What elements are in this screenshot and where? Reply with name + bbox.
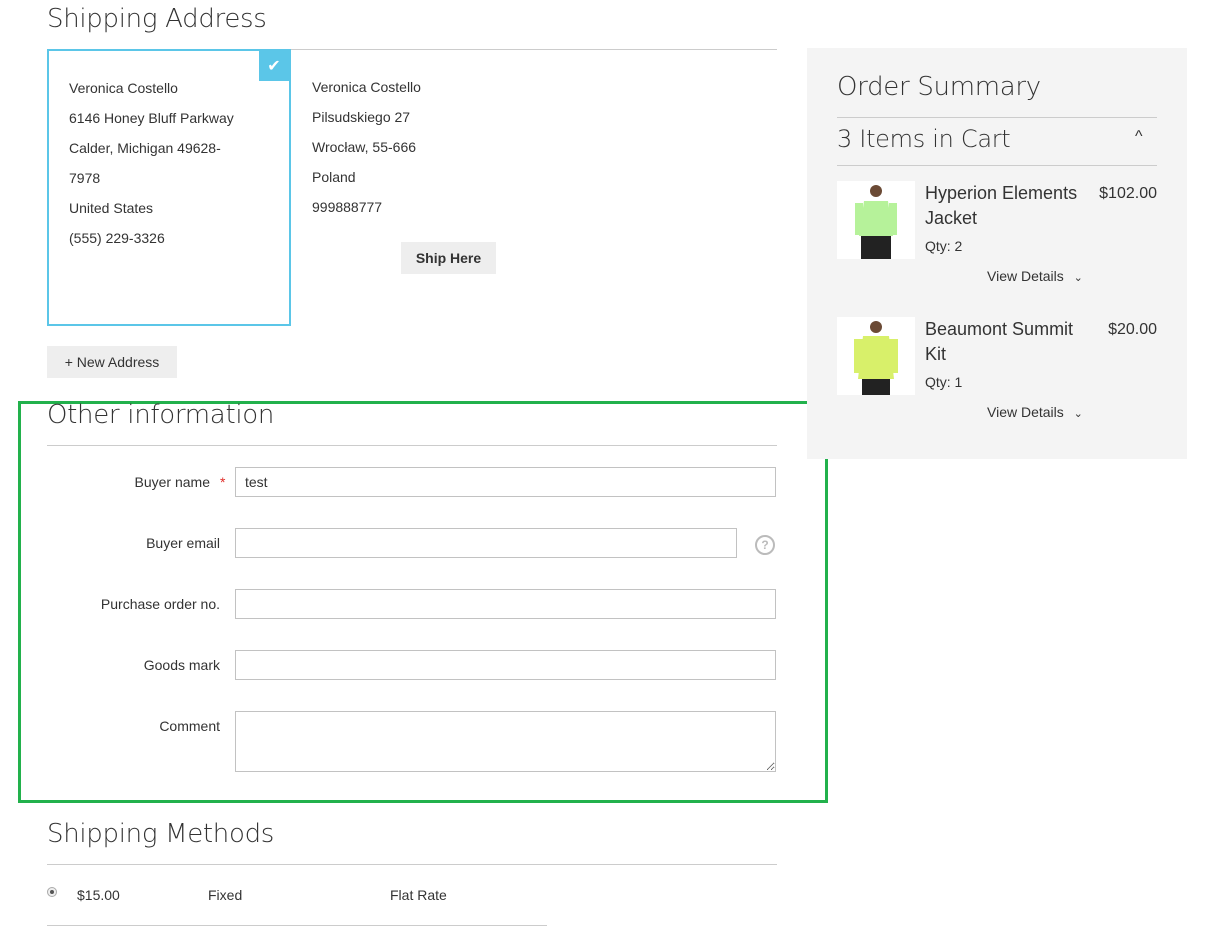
- order-summary-title: Order Summary: [837, 72, 1041, 102]
- method-price: $15.00: [77, 887, 120, 903]
- address-line: Pilsudskiego 27: [312, 109, 411, 125]
- comment-textarea[interactable]: [235, 711, 776, 772]
- product-price: $102.00: [1099, 185, 1157, 202]
- buyer-name-input[interactable]: [235, 467, 776, 497]
- product-name: Hyperion Elements Jacket: [925, 183, 1078, 228]
- product-image: [837, 317, 915, 395]
- selected-address-card[interactable]: ✔ Veronica Costello 6146 Honey Bluff Par…: [47, 49, 291, 326]
- ship-here-button[interactable]: Ship Here: [401, 242, 496, 274]
- address-line: 999888777: [312, 199, 383, 215]
- product-name: Beaumont Summit Kit: [925, 319, 1074, 364]
- items-in-cart-toggle[interactable]: 3 Items in Cart: [837, 125, 1011, 153]
- shipping-address-title: Shipping Address: [47, 4, 267, 34]
- method-name: Fixed: [208, 887, 243, 903]
- buyer-email-label: Buyer email: [146, 535, 220, 551]
- divider: [837, 117, 1157, 118]
- address-line: (555) 229-3326: [69, 230, 165, 246]
- divider: [837, 165, 1157, 166]
- address-line: Veronica Costello: [69, 80, 178, 96]
- shipping-method-radio[interactable]: [47, 887, 57, 897]
- kit-image-icon: [854, 321, 898, 395]
- purchase-order-input[interactable]: [235, 589, 776, 619]
- shipping-methods-title: Shipping Methods: [47, 819, 275, 849]
- divider: [47, 864, 777, 865]
- product-qty: Qty: 2: [925, 238, 963, 254]
- buyer-email-input[interactable]: [235, 528, 737, 558]
- view-details-label: View Details: [987, 404, 1064, 420]
- help-icon[interactable]: ?: [755, 535, 775, 555]
- address-line: 6146 Honey Bluff Parkway: [69, 110, 234, 126]
- address-line: Veronica Costello: [312, 79, 421, 95]
- product-image: [837, 181, 915, 259]
- product-qty: Qty: 1: [925, 374, 963, 390]
- radio-dot-icon: [50, 890, 54, 894]
- address-line: Wrocław, 55-666: [312, 139, 417, 155]
- carrier-name: Flat Rate: [390, 887, 447, 903]
- required-mark: *: [220, 474, 226, 490]
- new-address-button[interactable]: + New Address: [47, 346, 177, 378]
- divider: [47, 925, 547, 926]
- address-line: 7978: [69, 170, 101, 186]
- chevron-down-icon: ⌄: [1073, 272, 1083, 284]
- goods-mark-label: Goods mark: [143, 657, 220, 673]
- view-details-label: View Details: [987, 268, 1064, 284]
- address-line: Calder, Michigan 49628-: [69, 140, 221, 156]
- product-price: $20.00: [1108, 321, 1157, 338]
- other-address-card[interactable]: Veronica Costello Pilsudskiego 27 Wrocła…: [312, 72, 421, 222]
- chevron-up-icon[interactable]: ^: [1135, 128, 1143, 146]
- view-details-toggle[interactable]: View Details ⌄: [987, 268, 1083, 284]
- view-details-toggle[interactable]: View Details ⌄: [987, 404, 1083, 420]
- divider: [47, 445, 777, 446]
- address-line: United States: [69, 200, 154, 216]
- check-icon: ✔: [259, 51, 289, 81]
- address-line: Poland: [312, 169, 356, 185]
- purchase-order-label: Purchase order no.: [100, 596, 220, 612]
- jacket-image-icon: [855, 185, 897, 259]
- comment-label: Comment: [159, 718, 220, 734]
- buyer-name-label: Buyer name: [134, 474, 210, 490]
- other-information-title: Other information: [47, 400, 275, 430]
- chevron-down-icon: ⌄: [1073, 408, 1083, 420]
- goods-mark-input[interactable]: [235, 650, 776, 680]
